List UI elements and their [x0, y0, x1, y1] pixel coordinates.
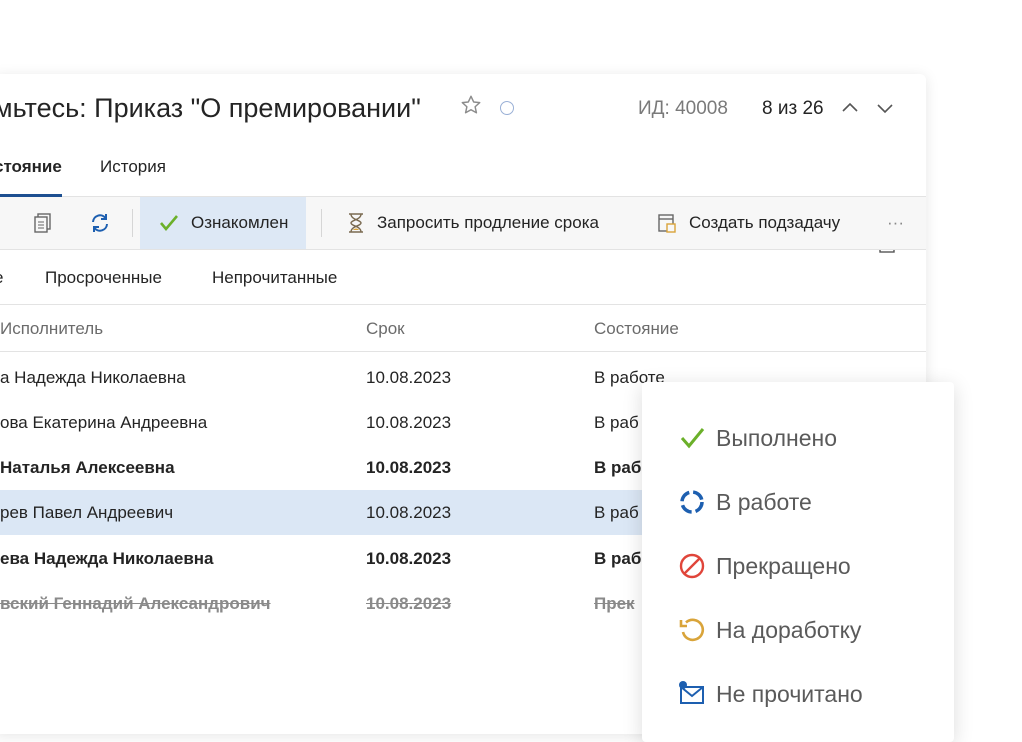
create-subtask-button[interactable]: Создать подзадачу	[656, 197, 840, 249]
check-icon	[160, 215, 178, 232]
column-status[interactable]: Состояние	[594, 319, 679, 339]
page-title: мьтесь: Приказ "О премировании"	[0, 93, 421, 123]
due-cell: 10.08.2023	[366, 594, 452, 613]
status-option-rework[interactable]: На доработку	[678, 610, 861, 650]
toolbar: Ознакомлен Запросить продление срока Соз…	[0, 197, 926, 250]
acknowledged-label: Ознакомлен	[191, 213, 289, 232]
stop-icon	[679, 553, 705, 579]
subtask-icon	[658, 214, 676, 233]
status-circle-icon[interactable]	[500, 101, 514, 115]
status-option-in-progress[interactable]: В работе	[678, 482, 812, 522]
status-cell[interactable]: Прек	[594, 594, 635, 614]
task-counter: 8 из 26	[762, 98, 824, 119]
filter-bar: е Просроченные Непрочитанные	[0, 250, 926, 305]
status-cell[interactable]: В раб	[594, 549, 641, 569]
due-cell: 10.08.2023	[366, 368, 452, 387]
refresh-icon[interactable]	[89, 212, 111, 234]
status-option-label: На доработку	[716, 616, 862, 643]
in-progress-icon	[680, 490, 704, 514]
task-id: ИД: 40008	[638, 98, 728, 119]
title-bar: мьтесь: Приказ "О премировании" ИД: 4000…	[0, 74, 926, 144]
due-cell: 10.08.2023	[366, 503, 452, 522]
status-cell[interactable]: В раб	[594, 413, 639, 433]
filter-overdue[interactable]: Просроченные	[45, 268, 162, 288]
chevron-down-icon[interactable]	[875, 98, 895, 118]
filter-all[interactable]: е	[0, 268, 3, 288]
executor-cell: Наталья Алексеевна	[0, 458, 175, 477]
hourglass-icon	[349, 213, 363, 233]
status-option-label: Не прочитано	[716, 680, 863, 707]
due-cell: 10.08.2023	[366, 413, 452, 432]
more-button[interactable]: ···	[887, 197, 904, 249]
status-option-stopped[interactable]: Прекращено	[678, 546, 851, 586]
acknowledged-button[interactable]: Ознакомлен	[140, 197, 307, 249]
executor-cell: ева Надежда Николаевна	[0, 549, 214, 568]
chevron-up-icon[interactable]	[840, 98, 860, 118]
status-option-unread[interactable]: Не прочитано	[678, 674, 863, 714]
status-option-label: Выполнено	[716, 424, 838, 451]
due-cell: 10.08.2023	[366, 549, 452, 568]
check-icon	[680, 428, 705, 449]
column-executor[interactable]: Исполнитель	[0, 319, 103, 339]
executor-cell: ова Екатерина Андреевна	[0, 413, 208, 432]
executor-cell: а Надежда Николаевна	[0, 368, 186, 387]
status-cell[interactable]: В раб	[594, 503, 639, 523]
status-option-label: Прекращено	[716, 552, 851, 579]
status-cell[interactable]: В раб	[594, 458, 641, 478]
request-extension-label: Запросить продление срока	[377, 213, 599, 232]
column-due[interactable]: Срок	[366, 319, 405, 339]
status-option-done[interactable]: Выполнено	[678, 418, 837, 458]
status-dropdown: Выполнено В работе Прекращено На доработ…	[642, 382, 954, 742]
toolbar-divider	[321, 209, 322, 237]
toolbar-divider	[132, 209, 133, 237]
request-extension-button[interactable]: Запросить продление срока	[346, 197, 599, 249]
copy-icon[interactable]	[32, 212, 54, 234]
filter-unread[interactable]: Непрочитанные	[212, 268, 337, 288]
unread-mail-icon	[679, 681, 704, 704]
star-icon[interactable]	[460, 94, 482, 116]
tab-history[interactable]: История	[100, 156, 166, 194]
executor-cell: рев Павел Андреевич	[0, 503, 174, 522]
tab-bar: стояние История	[0, 156, 926, 253]
executor-cell: вский Геннадий Александрович	[0, 594, 271, 613]
table-header: Исполнитель Срок Состояние	[0, 305, 926, 352]
status-option-label: В работе	[716, 488, 812, 515]
rework-icon	[679, 618, 705, 642]
due-cell: 10.08.2023	[366, 458, 452, 477]
create-subtask-label: Создать подзадачу	[689, 213, 841, 232]
tab-state[interactable]: стояние	[0, 156, 62, 197]
